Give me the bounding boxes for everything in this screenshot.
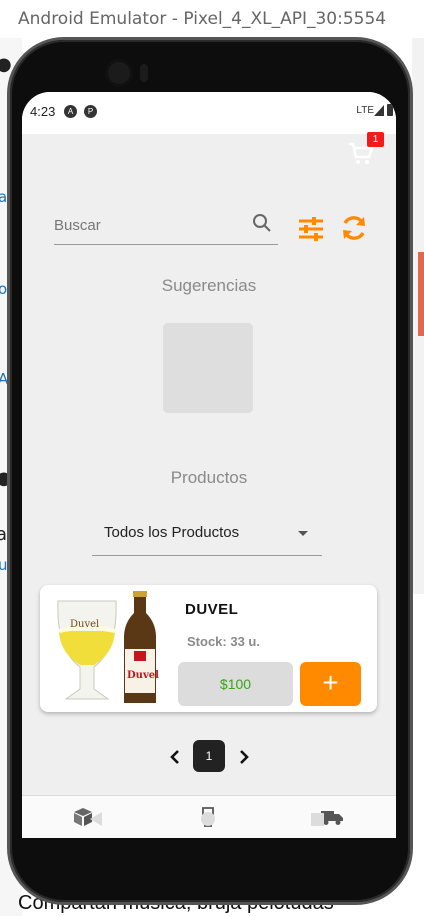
product-image: Duvel Duvel [57,591,159,703]
refresh-icon[interactable] [340,214,368,242]
price-button[interactable]: $100 [178,662,293,706]
signal-icon [374,105,384,116]
products-title: Productos [170,468,248,487]
background-fragment: o [0,280,8,298]
product-name: DUVEL [185,601,239,618]
current-page[interactable]: 1 [193,740,225,772]
notification-icon: A [64,105,77,118]
svg-text:Duvel: Duvel [127,670,159,681]
background-icon: ● [0,54,12,75]
background-window-right [412,38,424,594]
network-type: LTE [356,105,374,116]
notification-icon: P [84,105,97,118]
system-back-button[interactable] [90,812,102,826]
suggestions-title: Sugerencias [161,276,257,295]
chevron-left-icon[interactable] [169,749,181,765]
chevron-right-icon[interactable] [238,749,250,765]
status-time: 4:23 [30,104,56,119]
category-dropdown-value: Todos los Productos [104,524,240,541]
add-to-cart-button[interactable]: + [300,662,361,706]
background-fragment: u [0,556,8,574]
background-fragment: A [0,370,9,388]
svg-text:Duvel: Duvel [70,619,99,630]
chevron-down-icon [298,531,308,536]
background-fragment: a [0,524,8,545]
front-camera [108,62,130,84]
search-input[interactable] [54,212,244,238]
search-bar [54,208,278,245]
front-sensor [140,64,148,82]
product-card[interactable]: Duvel Duvel DUVEL Stock: 33 u. $100 + [40,585,377,712]
cart-count-badge: 1 [367,132,384,147]
sliders-icon[interactable] [298,216,324,242]
product-stock: Stock: 33 u. [187,634,260,649]
system-home-button[interactable] [201,812,215,826]
status-bar: 4:23 A P LTE [22,92,396,134]
system-recents-button[interactable] [311,813,324,826]
suggestion-item[interactable] [163,323,253,413]
category-dropdown[interactable]: Todos los Productos [92,514,322,556]
window-title: Android Emulator - Pixel_4_XL_API_30:555… [0,0,424,38]
background-fragment: a [0,188,8,206]
search-icon[interactable] [252,213,272,233]
battery-icon [387,104,393,116]
app-screen: 4:23 A P LTE 1 Sugerencia [22,92,396,838]
background-accent [418,252,424,336]
